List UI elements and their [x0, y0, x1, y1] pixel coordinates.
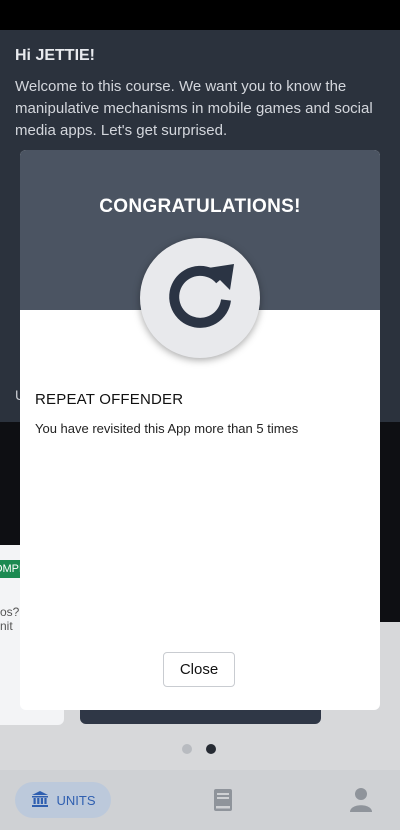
pager-dot-active[interactable] — [206, 744, 216, 754]
book-icon — [212, 789, 234, 816]
achievement-badge — [140, 238, 260, 358]
pager-dots — [182, 744, 216, 754]
greeting: Hi JETTIE! — [15, 47, 96, 64]
welcome-text: Welcome to this course. We want you to k… — [15, 78, 373, 139]
nav-units-tab[interactable]: UNITS — [15, 782, 111, 818]
nav-profile-tab[interactable] — [349, 787, 373, 818]
modal-title: CONGRATULATIONS! — [99, 196, 301, 217]
achievement-description: You have revisited this App more than 5 … — [35, 421, 299, 436]
status-bar — [0, 0, 400, 30]
nav-book-tab[interactable] — [212, 788, 234, 817]
nav-units-label: UNITS — [56, 792, 96, 808]
achievement-modal: CONGRATULATIONS! REPEAT OFFENDER You hav… — [20, 150, 380, 710]
pager-dot[interactable] — [182, 744, 192, 754]
achievement-title: REPEAT OFFENDER — [35, 391, 184, 408]
close-button[interactable]: Close — [163, 652, 235, 687]
person-icon — [349, 788, 373, 817]
bank-icon — [31, 790, 49, 811]
redo-icon — [160, 256, 240, 341]
